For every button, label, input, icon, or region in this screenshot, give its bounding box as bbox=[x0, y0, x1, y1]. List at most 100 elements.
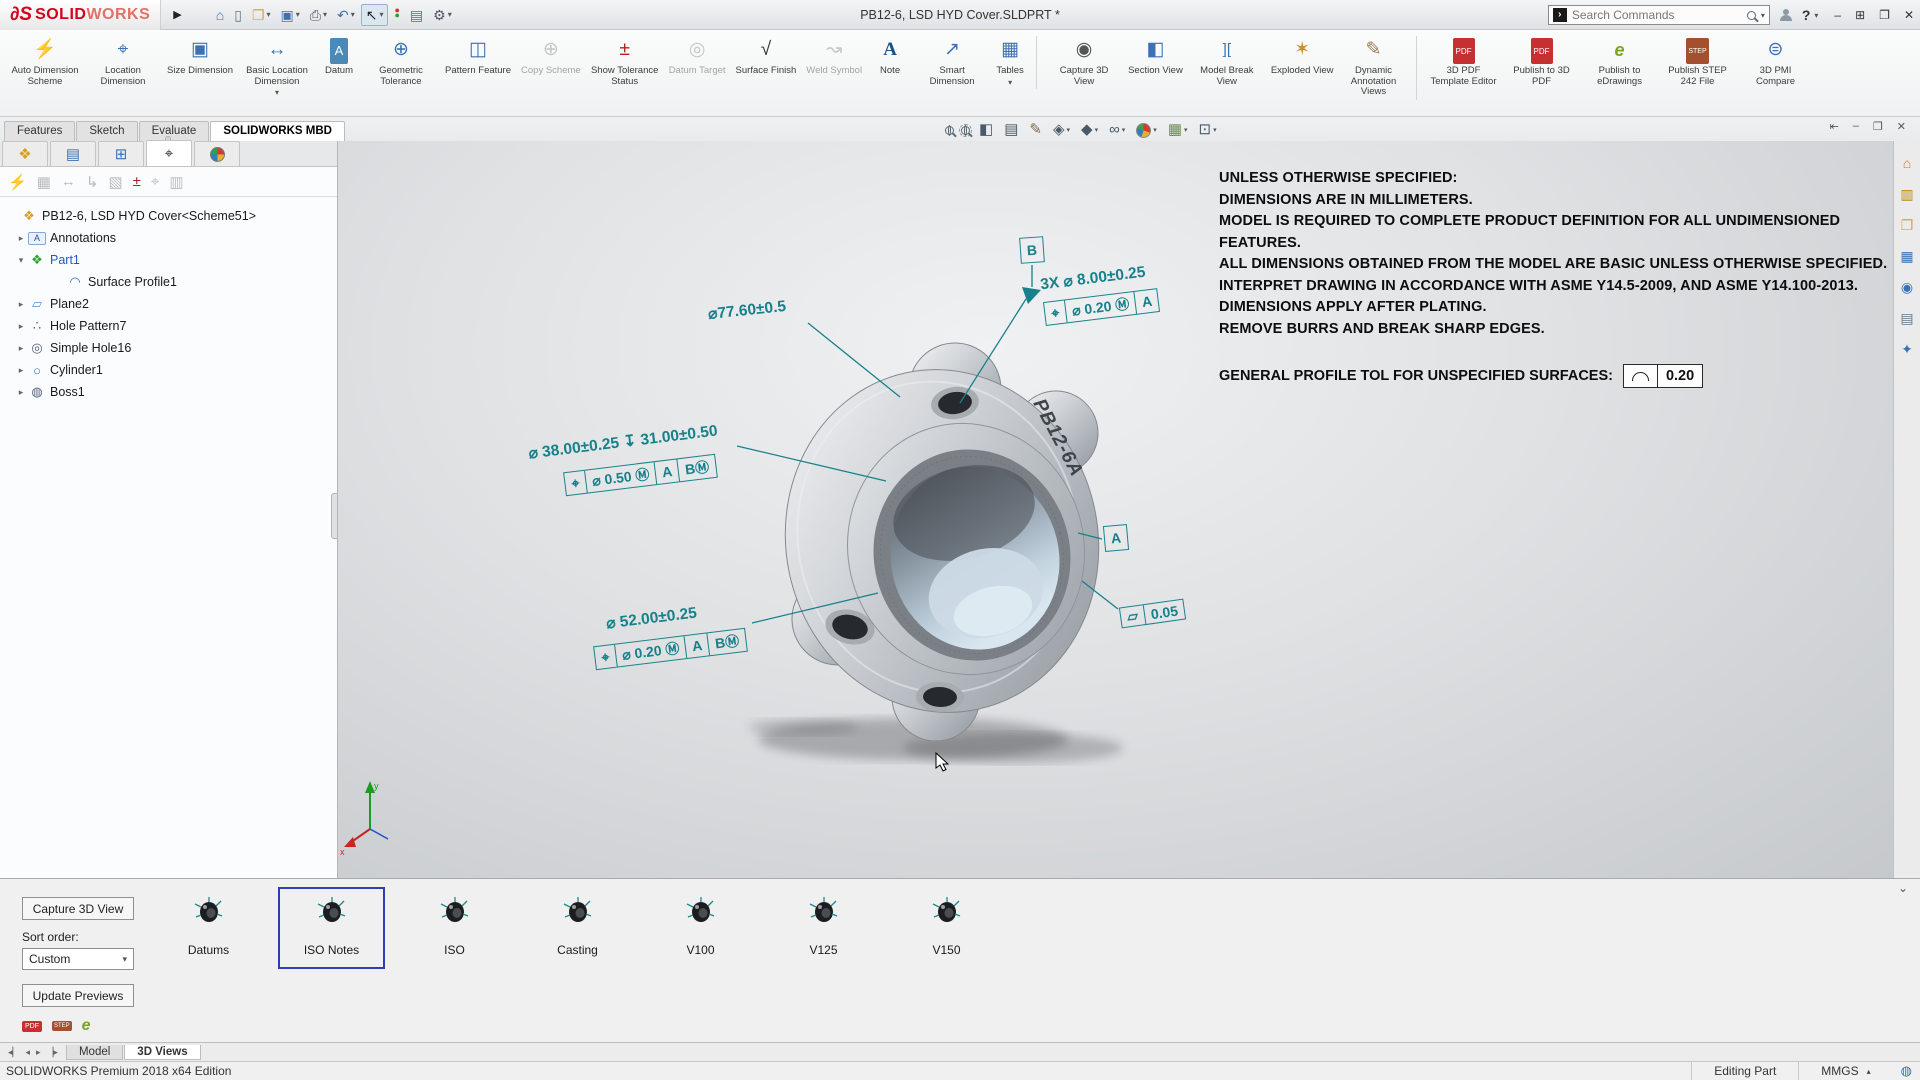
weld-symbol-button[interactable]: ↝ Weld Symbol ▾ bbox=[801, 36, 867, 79]
expand-arrow-icon[interactable]: ▸ bbox=[14, 233, 28, 244]
show-tolerance-status-button[interactable]: ± Show Tolerance Status ▾ bbox=[586, 36, 664, 89]
featuremanager-tab[interactable]: ❖ bbox=[2, 141, 48, 166]
size-dimension-button[interactable]: ▣ Size Dimension ▾ bbox=[162, 36, 238, 79]
panel-splitter-grip[interactable] bbox=[331, 493, 338, 539]
expand-arrow-icon[interactable]: ▸ bbox=[14, 299, 28, 310]
zoom-fit-button[interactable]: ▾ bbox=[945, 126, 954, 135]
dimxpertmanager-tab[interactable]: ⌖ bbox=[146, 140, 192, 166]
view-thumbnail-v125[interactable]: V125 bbox=[770, 887, 877, 969]
tree-item-boss1[interactable]: ▸ ◍ Boss1 bbox=[0, 381, 337, 403]
datum-b-label[interactable]: B bbox=[1019, 236, 1045, 264]
section-view-button[interactable]: ◧ Section View ▾ bbox=[1123, 36, 1188, 79]
next-view-tab-button[interactable]: ▸ bbox=[34, 1047, 43, 1058]
tags-icon[interactable]: ◍ bbox=[1893, 1063, 1920, 1079]
tree-item-annotations[interactable]: ▸ A Annotations bbox=[0, 227, 337, 249]
exploded-view-button[interactable]: ✶ Exploded View ▾ bbox=[1266, 36, 1339, 79]
pattern-feature-button[interactable]: ◫ Pattern Feature ▾ bbox=[440, 36, 516, 79]
tab-evaluate[interactable]: Evaluate bbox=[139, 121, 210, 141]
view-thumbnail-v150[interactable]: V150 bbox=[893, 887, 1000, 969]
show-tolerance-status-small-button[interactable]: ± bbox=[133, 173, 141, 190]
new-document-button[interactable]: ▯ ▾ bbox=[230, 5, 246, 25]
home-button[interactable]: ⌂ ▾ bbox=[212, 5, 228, 25]
tab-solidworks-mbd[interactable]: SOLIDWORKS MBD bbox=[210, 121, 345, 141]
doc-minimize-button[interactable]: – bbox=[1853, 120, 1859, 133]
chevron-down-icon[interactable]: ▾ bbox=[1184, 126, 1188, 134]
search-commands-box[interactable]: › Search Commands ▾ bbox=[1548, 5, 1770, 25]
tab-features[interactable]: Features bbox=[4, 121, 75, 141]
chevron-down-icon[interactable]: ▾ bbox=[1067, 126, 1071, 134]
task-design-library-button[interactable]: ▥ bbox=[1900, 186, 1913, 202]
tree-item-surface-profile1[interactable]: ◠ Surface Profile1 bbox=[0, 271, 337, 293]
3d-views-tab[interactable]: 3D Views bbox=[124, 1045, 200, 1060]
publish-3d-pdf-icon[interactable]: PDF bbox=[22, 1021, 42, 1032]
print-button[interactable]: ⎙ ▾ bbox=[306, 5, 331, 25]
search-icon[interactable] bbox=[1747, 11, 1756, 20]
view-thumbnail-v100[interactable]: V100 bbox=[647, 887, 754, 969]
scheme-editor-small-button[interactable]: ▥ bbox=[169, 173, 183, 191]
configurationmanager-tab[interactable]: ⊞ bbox=[98, 141, 144, 166]
expand-arrow-icon[interactable]: ▸ bbox=[14, 321, 28, 332]
view-thumbnail-iso-notes[interactable]: ISO Notes bbox=[278, 887, 385, 969]
tree-item-plane2[interactable]: ▸ ▱ Plane2 bbox=[0, 293, 337, 315]
dropdown-arrow-icon[interactable]: ▾ bbox=[275, 88, 279, 97]
chevron-down-icon[interactable]: ▾ bbox=[267, 10, 271, 19]
tables-button[interactable]: ▦ Tables ▾ bbox=[991, 36, 1037, 89]
model-break-view-button[interactable]: ][ Model Break View ▾ bbox=[1188, 36, 1266, 89]
search-dropdown-icon[interactable]: ▾ bbox=[1761, 11, 1765, 20]
dynamic-annotation-views-button[interactable]: ✎ Dynamic Annotation Views ▾ bbox=[1339, 36, 1417, 100]
task-custom-properties-button[interactable]: ▤ bbox=[1900, 310, 1913, 326]
open-button[interactable]: ❐ ▾ bbox=[248, 5, 275, 25]
tab-sketch[interactable]: Sketch bbox=[76, 121, 137, 141]
tree-item-part1[interactable]: ▾ ❖ Part1 bbox=[0, 249, 337, 271]
view-settings-button[interactable]: ⊡ ▾ bbox=[1197, 121, 1219, 139]
graphics-area[interactable]: PB12-6A y x bbox=[338, 141, 1893, 878]
chevron-down-icon[interactable]: ▾ bbox=[448, 10, 452, 19]
help-dropdown-icon[interactable]: ▾ bbox=[1814, 11, 1818, 20]
displaymanager-tab[interactable] bbox=[194, 141, 240, 166]
hide-show-items-button[interactable]: ∞ ▾ bbox=[1107, 121, 1127, 139]
task-file-explorer-button[interactable]: ❐ bbox=[1901, 217, 1914, 233]
user-account-icon[interactable] bbox=[1780, 9, 1792, 21]
chevron-down-icon[interactable]: ▾ bbox=[351, 10, 355, 19]
publish-edrawings-icon[interactable]: e bbox=[82, 1017, 91, 1035]
drawing-notes[interactable]: UNLESS OTHERWISE SPECIFIED:DIMENSIONS AR… bbox=[1219, 168, 1893, 388]
menu-expand-arrow[interactable]: ▶ bbox=[169, 6, 185, 23]
expand-arrow-icon[interactable]: ▸ bbox=[14, 365, 28, 376]
tree-item-hole-pattern7[interactable]: ▸ ∴ Hole Pattern7 bbox=[0, 315, 337, 337]
restore-button[interactable]: ❐ bbox=[1879, 7, 1890, 23]
chevron-down-icon[interactable]: ▾ bbox=[323, 10, 327, 19]
apply-scene-button[interactable]: ▦ ▾ bbox=[1166, 121, 1190, 139]
3d-pmi-compare-button[interactable]: ⊜ 3D PMI Compare ▾ bbox=[1737, 36, 1815, 89]
expand-arrow-icon[interactable]: ▸ bbox=[14, 387, 28, 398]
save-button[interactable]: ▣ ▾ bbox=[277, 5, 304, 25]
tree-item-simple-hole16[interactable]: ▸ ◎ Simple Hole16 bbox=[0, 337, 337, 359]
section-view-hud-button[interactable]: ◧ ▾ bbox=[977, 121, 995, 139]
update-previews-button[interactable]: Update Previews bbox=[22, 984, 134, 1007]
basic-dimension-small-button[interactable]: ↔ bbox=[61, 173, 76, 190]
task-resources-button[interactable]: ⌂ bbox=[1903, 155, 1911, 171]
chevron-down-icon[interactable]: ▾ bbox=[1122, 126, 1126, 134]
publish-to-3d-pdf-button[interactable]: PDF Publish to 3D PDF ▾ bbox=[1503, 36, 1581, 89]
settings-button[interactable]: ⚙ ▾ bbox=[429, 5, 456, 25]
3d-pdf-template-editor-button[interactable]: PDF 3D PDF Template Editor ▾ bbox=[1425, 36, 1503, 89]
chevron-down-icon[interactable]: ▾ bbox=[1213, 126, 1217, 134]
pattern-small-button[interactable]: ▧ bbox=[108, 173, 122, 191]
general-profile-tolerance[interactable]: GENERAL PROFILE TOL FOR UNSPECIFIED SURF… bbox=[1219, 364, 1893, 388]
edit-appearance-button[interactable]: ▾ bbox=[1134, 122, 1159, 139]
publish-to-edrawings-button[interactable]: e Publish to eDrawings ▾ bbox=[1581, 36, 1659, 89]
first-view-tab-button[interactable]: ◂▏ bbox=[6, 1047, 21, 1058]
geometric-tolerance-button[interactable]: ⊕ Geometric Tolerance ▾ bbox=[362, 36, 440, 89]
sort-order-select[interactable]: Custom ▾ bbox=[22, 948, 134, 970]
task-appearances-button[interactable]: ◉ bbox=[1901, 279, 1913, 295]
doc-dock-button[interactable]: ⇤ bbox=[1830, 120, 1839, 133]
tree-item-cylinder1[interactable]: ▸ ○ Cylinder1 bbox=[0, 359, 337, 381]
view-thumbnail-casting[interactable]: Casting bbox=[524, 887, 631, 969]
note-button[interactable]: A Note ▾ bbox=[867, 36, 913, 79]
doc-restore-button[interactable]: ❐ bbox=[1873, 120, 1883, 133]
units-selector[interactable]: MMGS ▴ bbox=[1798, 1062, 1892, 1080]
view-thumbnail-iso[interactable]: ISO bbox=[401, 887, 508, 969]
datum-target-button[interactable]: ◎ Datum Target ▾ bbox=[664, 36, 731, 79]
datum-button[interactable]: A Datum ▾ bbox=[316, 36, 362, 79]
expand-arrow-icon[interactable]: ▸ bbox=[14, 343, 28, 354]
options-list-button[interactable]: ▤ ▾ bbox=[406, 5, 427, 25]
